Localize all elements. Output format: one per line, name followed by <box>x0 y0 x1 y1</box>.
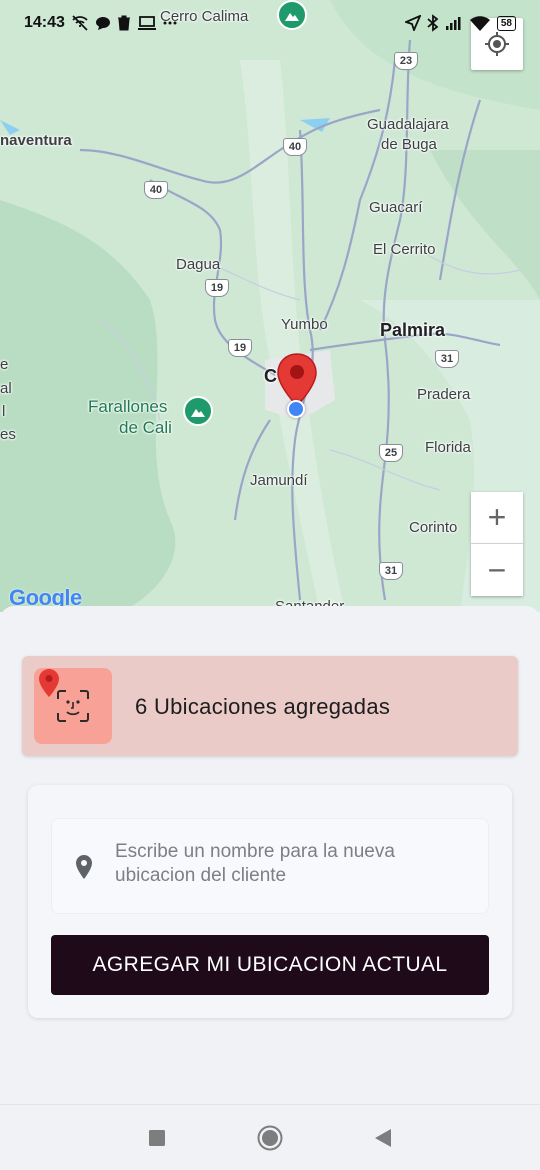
map-place-label: es <box>0 426 16 443</box>
location-arrow-icon <box>404 15 421 31</box>
route-shield: 19 <box>205 279 229 297</box>
map-place-label: Jamundí <box>250 472 308 489</box>
home-circle-icon <box>257 1125 283 1150</box>
map-place-label: Florida <box>425 439 471 456</box>
add-location-form: AGREGAR MI UBICACION ACTUAL <box>28 785 512 1018</box>
map-place-label: naventura <box>0 132 72 149</box>
zoom-in-button[interactable]: + <box>471 492 523 544</box>
map-place-label: de Cali <box>119 418 172 437</box>
recents-button[interactable] <box>137 1118 177 1158</box>
map-place-label: l <box>2 403 6 420</box>
trash-icon <box>117 15 130 31</box>
face-scan-icon <box>57 690 89 722</box>
route-shield: 25 <box>379 444 403 462</box>
user-location-dot <box>287 400 305 418</box>
route-shield: 31 <box>435 350 459 368</box>
map-place-label: El Cerrito <box>373 241 436 258</box>
status-notification-icons <box>71 15 177 31</box>
back-triangle-icon <box>375 1128 392 1147</box>
route-shield: 40 <box>283 138 307 156</box>
map-place-label: Dagua <box>176 256 221 273</box>
wifi-off-icon <box>72 15 88 31</box>
map-place-label: Guadalajara <box>367 116 449 133</box>
zoom-out-button[interactable]: − <box>471 544 523 596</box>
signal-icon <box>445 17 461 30</box>
map-place-label: Palmira <box>380 320 446 340</box>
location-name-input[interactable] <box>115 840 465 896</box>
map-place-label: Pradera <box>417 386 471 403</box>
map-place-label: e <box>0 356 9 373</box>
red-pin-icon <box>39 669 59 697</box>
map-view[interactable]: Cerro Calima naventura Guadalajara de Bu… <box>0 0 540 612</box>
add-current-location-button[interactable]: AGREGAR MI UBICACION ACTUAL <box>51 935 489 995</box>
home-button[interactable] <box>250 1118 290 1158</box>
system-nav-bar <box>0 1104 540 1170</box>
locations-count-text: 6 Ubicaciones agregadas <box>135 694 391 719</box>
chat-icon <box>95 17 110 30</box>
bluetooth-icon <box>427 14 439 32</box>
map-terrain <box>0 0 540 612</box>
laptop-icon <box>137 16 156 30</box>
mountain-icon[interactable] <box>183 396 213 426</box>
location-name-field[interactable] <box>51 818 489 914</box>
map-place-label: Yumbo <box>281 316 328 333</box>
route-shield: 40 <box>144 181 168 199</box>
route-shield: 23 <box>394 52 418 70</box>
recents-square-icon <box>148 1129 165 1146</box>
battery-icon: 58 <box>496 15 516 31</box>
locations-count-card[interactable]: 6 Ubicaciones agregadas <box>22 656 518 756</box>
wifi-icon <box>469 16 490 31</box>
back-button[interactable] <box>363 1118 403 1158</box>
place-marker-icon <box>76 855 92 879</box>
map-place-label: de Buga <box>381 136 437 153</box>
map-place-label: Guacarí <box>369 199 423 216</box>
more-icon <box>163 21 177 25</box>
route-shield: 19 <box>228 339 252 357</box>
bottom-sheet: 6 Ubicaciones agregadas AGREGAR MI UBICA… <box>0 606 540 1170</box>
route-shield: 31 <box>379 562 403 580</box>
map-place-label: Farallones <box>88 397 168 416</box>
status-time: 14:43 <box>24 14 65 31</box>
map-place-label: Corinto <box>409 519 458 536</box>
map-place-label: al <box>0 380 12 397</box>
status-system-icons: 58 <box>404 14 516 32</box>
status-bar: 14:43 58 <box>0 8 540 38</box>
